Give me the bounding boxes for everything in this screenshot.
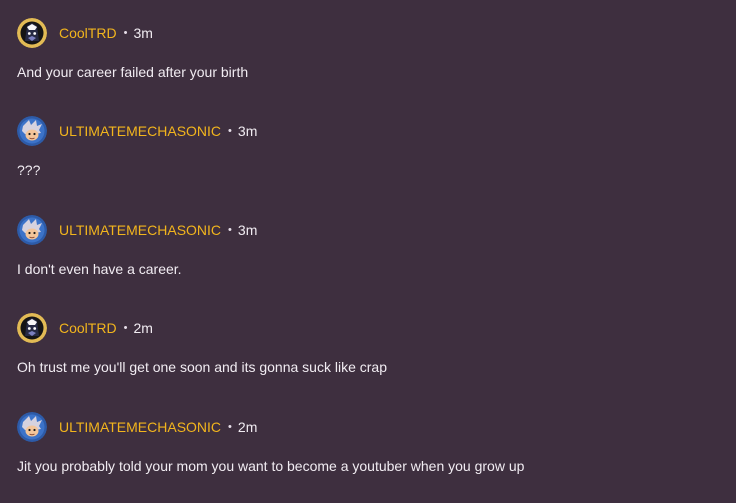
dark-helmet-avatar-icon xyxy=(17,18,47,48)
comment-text: And your career failed after your birth xyxy=(17,64,249,80)
meta-separator: • xyxy=(228,224,232,236)
user-avatar[interactable] xyxy=(17,18,47,48)
comment-text: Jit you probably told your mom you want … xyxy=(17,458,525,474)
user-avatar[interactable] xyxy=(17,215,47,245)
dark-helmet-avatar-icon xyxy=(17,313,47,343)
comment-timestamp: 2m xyxy=(133,320,153,336)
comment-author[interactable]: CoolTRD xyxy=(59,25,117,41)
comment-text: ??? xyxy=(17,162,41,178)
meta-separator: • xyxy=(123,322,128,334)
comment-timestamp: 2m xyxy=(237,419,258,435)
comment-timestamp: 3m xyxy=(237,123,258,139)
blue-hedgehog-avatar-icon xyxy=(17,215,47,245)
comment-header: CoolTRD • 3m xyxy=(17,18,153,48)
comment-header: ULTIMATEMECHASONIC • 3m xyxy=(17,215,257,245)
comment-header: CoolTRD • 2m xyxy=(17,313,153,343)
comment-author[interactable]: CoolTRD xyxy=(59,320,117,336)
comment-header: ULTIMATEMECHASONIC • 2m xyxy=(17,412,257,442)
comment-text: I don't even have a career. xyxy=(17,261,182,277)
user-avatar[interactable] xyxy=(17,313,47,343)
meta-separator: • xyxy=(228,421,232,433)
comment-thread: CoolTRD • 3m And your career failed afte… xyxy=(0,0,736,503)
comment-timestamp: 3m xyxy=(237,222,258,238)
blue-hedgehog-avatar-icon xyxy=(17,116,47,146)
comment-author[interactable]: ULTIMATEMECHASONIC xyxy=(59,419,221,435)
comment-header: ULTIMATEMECHASONIC • 3m xyxy=(17,116,257,146)
meta-separator: • xyxy=(228,125,232,137)
user-avatar[interactable] xyxy=(17,412,47,442)
comment-text: Oh trust me you'll get one soon and its … xyxy=(17,359,387,375)
user-avatar[interactable] xyxy=(17,116,47,146)
comment-author[interactable]: ULTIMATEMECHASONIC xyxy=(59,123,221,139)
comment-author[interactable]: ULTIMATEMECHASONIC xyxy=(59,222,221,238)
blue-hedgehog-avatar-icon xyxy=(17,412,47,442)
meta-separator: • xyxy=(123,27,128,39)
comment-timestamp: 3m xyxy=(133,25,153,41)
